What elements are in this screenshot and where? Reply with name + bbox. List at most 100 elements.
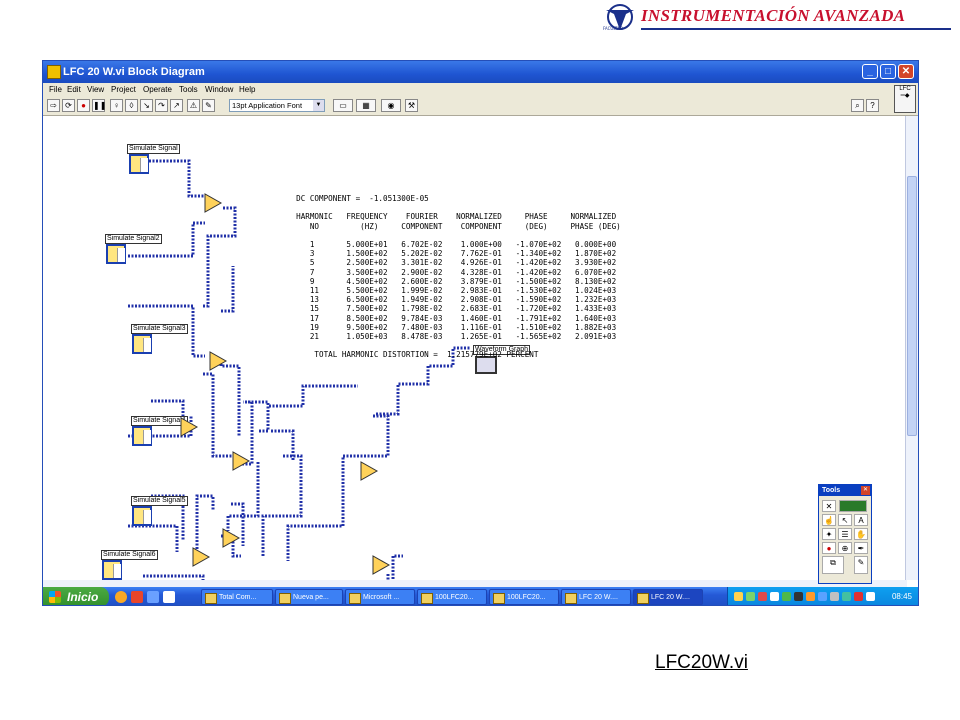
add-node-icon[interactable] <box>360 461 379 481</box>
svg-text:FACULTAD: FACULTAD <box>603 26 623 31</box>
windows-flag-icon <box>49 591 61 603</box>
distribute-objects-icon[interactable]: ▦ <box>356 99 376 112</box>
help-icon[interactable]: ? <box>866 99 879 112</box>
menu-window[interactable]: Window <box>205 85 233 94</box>
tray-network-icon[interactable] <box>746 592 755 601</box>
menu-operate[interactable]: Operate <box>143 85 172 94</box>
menu-help[interactable]: Help <box>239 85 255 94</box>
task-label: Microsoft ... <box>363 594 400 601</box>
retain-wire-values-icon[interactable]: ◊ <box>125 99 138 112</box>
add-node-icon[interactable] <box>204 193 223 213</box>
menu-edit[interactable]: Edit <box>67 85 81 94</box>
browser-icon[interactable] <box>115 591 127 603</box>
task-label: LFC 20 W.... <box>651 594 690 601</box>
task-label: 100LFC20... <box>507 594 546 601</box>
tray-bluetooth-icon[interactable] <box>818 592 827 601</box>
toolbar: ⇨ ⟳ ● ❚❚ ♀ ◊ ↘ ↷ ↗ ⚠ ✎ 13pt Application … <box>43 97 918 116</box>
slide-caption: LFC20W.vi <box>655 652 748 673</box>
task-100lfc20-a[interactable]: 100LFC20... <box>417 589 487 605</box>
tray-volume-icon[interactable] <box>770 592 779 601</box>
desktop-icon[interactable] <box>147 591 159 603</box>
step-over-icon[interactable]: ↷ <box>155 99 168 112</box>
wiring-tool-icon[interactable]: ✦ <box>822 528 836 540</box>
breakpoint-tool-icon[interactable]: ● <box>822 542 836 554</box>
brand-underline <box>641 28 951 30</box>
scroll-tool-icon[interactable]: ✋ <box>854 528 868 540</box>
color-copy-tool-icon[interactable]: ✒ <box>854 542 868 554</box>
add-node-icon[interactable] <box>209 351 228 371</box>
task-lfc20w-a[interactable]: LFC 20 W.... <box>561 589 631 605</box>
align-objects-icon[interactable]: ▭ <box>333 99 353 112</box>
hierarchy-icon[interactable]: ⚒ <box>405 99 418 112</box>
task-100lfc20-b[interactable]: 100LFC20... <box>489 589 559 605</box>
tray-alert-icon[interactable] <box>854 592 863 601</box>
tray-app-icon[interactable] <box>794 592 803 601</box>
task-label: Total Com... <box>219 594 257 601</box>
block-diagram-canvas[interactable]: Simulate Signal Simulate Signal2 Simulat… <box>43 116 907 580</box>
reorder-icon[interactable]: ◉ <box>381 99 401 112</box>
add-node-icon[interactable] <box>180 417 199 437</box>
maximize-button[interactable]: □ <box>880 64 896 79</box>
add-node-icon[interactable] <box>372 555 391 575</box>
highlight-execution-icon[interactable]: ♀ <box>110 99 123 112</box>
menu-bar: File Edit View Project Operate Tools Win… <box>43 83 918 97</box>
step-into-icon[interactable]: ↘ <box>140 99 153 112</box>
add-node-icon[interactable] <box>222 528 241 548</box>
vertical-scrollbar[interactable] <box>905 116 918 580</box>
taskbar-clock: 08:45 <box>891 592 912 601</box>
menu-view[interactable]: View <box>87 85 104 94</box>
menu-tools[interactable]: Tools <box>179 85 198 94</box>
faculty-logo-icon: FACULTAD <box>603 4 634 31</box>
tray-update-icon[interactable] <box>806 592 815 601</box>
tray-hand-icon[interactable] <box>734 592 743 601</box>
clean-diagram-icon[interactable]: ✎ <box>202 99 215 112</box>
menu-file[interactable]: File <box>49 85 62 94</box>
tray-display-icon[interactable] <box>866 592 875 601</box>
chevron-down-icon: ▼ <box>313 100 324 111</box>
window-titlebar[interactable]: LFC 20 W.vi Block Diagram _ □ ✕ <box>43 61 918 83</box>
pause-icon[interactable]: ❚❚ <box>92 99 106 112</box>
task-microsoft[interactable]: Microsoft ... <box>345 589 415 605</box>
task-lfc20w-b[interactable]: LFC 20 W.... <box>633 589 703 605</box>
menu-project[interactable]: Project <box>111 85 136 94</box>
add-node-icon[interactable] <box>232 451 251 471</box>
explorer-icon[interactable] <box>163 591 175 603</box>
task-nueva-pestana[interactable]: Nueva pe... <box>275 589 343 605</box>
tools-close-icon[interactable]: ✕ <box>861 486 870 495</box>
task-label: Nueva pe... <box>293 594 329 601</box>
run-continuously-icon[interactable]: ⟳ <box>62 99 75 112</box>
step-out-icon[interactable]: ↗ <box>170 99 183 112</box>
auto-select-indicator-icon[interactable] <box>839 500 867 512</box>
tray-usb-icon[interactable] <box>830 592 839 601</box>
operate-tool-icon[interactable]: ☝ <box>822 514 836 526</box>
font-select[interactable]: 13pt Application Font ▼ <box>229 99 325 112</box>
shortcut-menu-tool-icon[interactable]: ☰ <box>838 528 852 540</box>
position-tool-icon[interactable]: ↖ <box>838 514 852 526</box>
warning-icon[interactable]: ⚠ <box>187 99 200 112</box>
search-icon[interactable]: ⌕ <box>851 99 864 112</box>
tray-sync-icon[interactable] <box>782 592 791 601</box>
task-icon <box>279 593 291 604</box>
task-total-commander[interactable]: Total Com... <box>201 589 273 605</box>
task-icon <box>421 593 433 604</box>
scrollbar-thumb[interactable] <box>907 176 917 436</box>
abort-icon[interactable]: ● <box>77 99 90 112</box>
probe-tool-icon[interactable]: ⊕ <box>838 542 852 554</box>
task-label: LFC 20 W.... <box>579 594 618 601</box>
tray-antivirus-icon[interactable] <box>758 592 767 601</box>
color-boxes-icon[interactable]: ⧉ <box>822 556 844 574</box>
minimize-button[interactable]: _ <box>862 64 878 79</box>
close-button[interactable]: ✕ <box>898 64 914 79</box>
system-tray: 08:45 <box>727 587 918 605</box>
coloring-tool-icon[interactable]: ✎ <box>854 556 868 574</box>
harmonic-report-text: DC COMPONENT = -1.051300E-05 HARMONIC FR… <box>296 194 621 360</box>
start-button[interactable]: Inicio <box>43 587 109 605</box>
tools-palette-title: Tools <box>822 487 841 494</box>
tray-shield-icon[interactable] <box>842 592 851 601</box>
auto-tool-icon[interactable]: ✕ <box>822 500 836 512</box>
run-arrow-icon[interactable]: ⇨ <box>47 99 60 112</box>
add-node-icon[interactable] <box>192 547 211 567</box>
text-tool-icon[interactable]: A <box>854 514 868 526</box>
brand-title: INSTRUMENTACIÓN AVANZADA <box>641 6 906 25</box>
quicklaunch-icon[interactable] <box>131 591 143 603</box>
